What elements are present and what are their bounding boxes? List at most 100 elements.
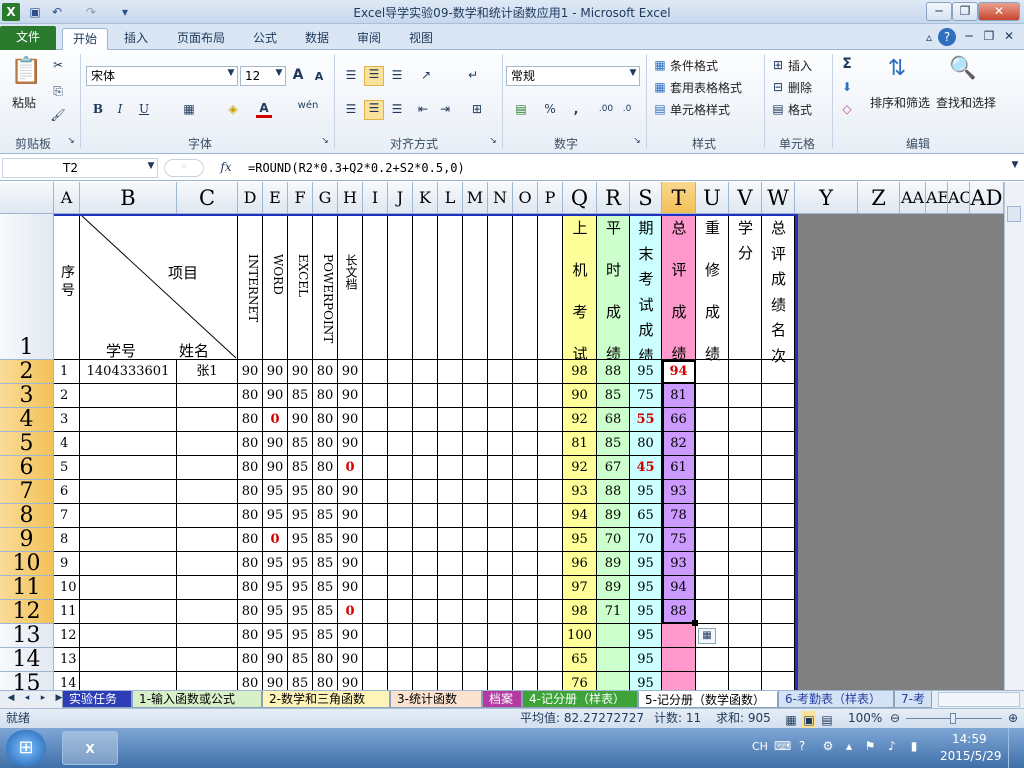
cell-l10[interactable] [438,552,463,576]
cell-f5[interactable]: 85 [288,432,313,456]
cell-p9[interactable] [538,528,563,552]
cell-v15[interactable] [729,672,762,690]
cell-t8[interactable]: 78 [662,504,696,528]
row-header[interactable]: 6 [0,456,54,480]
number-format-dropdown-icon[interactable]: ▼ [628,68,638,78]
cell-d12[interactable]: 80 [238,600,263,624]
cell-h2[interactable]: 90 [338,360,363,384]
cell-i7[interactable] [363,480,388,504]
column-header[interactable]: E [263,182,288,214]
cell-r5[interactable]: 85 [597,432,630,456]
grow-font-icon[interactable]: A [290,67,306,83]
cell-f9[interactable]: 95 [288,528,313,552]
cut-icon[interactable]: ✂ [50,58,66,72]
column-header[interactable]: C [177,182,238,214]
tab-review[interactable]: 审阅 [348,28,390,50]
tab-data[interactable]: 数据 [296,28,338,50]
cell-u7[interactable] [696,480,729,504]
increase-indent-icon[interactable]: ⇥ [436,102,454,116]
align-center-icon[interactable]: ☰ [364,100,384,120]
sheet-tab-7[interactable]: 7-考 [894,691,932,708]
row-header[interactable]: 9 [0,528,54,552]
italic-button[interactable]: I [112,102,128,116]
clear-icon[interactable]: ◇ [838,102,856,116]
conditional-format-button[interactable]: 条件格式 [670,57,718,74]
cell-o9[interactable] [513,528,538,552]
cell-m3[interactable] [463,384,488,408]
fill-color-icon[interactable]: ◈ [222,102,244,116]
cell-p12[interactable] [538,600,563,624]
cell-a8[interactable]: 7 [54,504,80,528]
cell-p15[interactable] [538,672,563,690]
cell-m5[interactable] [463,432,488,456]
cell-e12[interactable]: 95 [263,600,288,624]
help-icon[interactable]: ? [938,28,956,46]
cell-q11[interactable]: 97 [563,576,597,600]
cell-q4[interactable]: 92 [563,408,597,432]
cell-i3[interactable] [363,384,388,408]
cell-n8[interactable] [488,504,513,528]
sort-filter-icon[interactable]: ⇅ [880,56,914,90]
cell-l12[interactable] [438,600,463,624]
cell-c4[interactable] [177,408,238,432]
cell-j13[interactable] [388,624,413,648]
find-select-button[interactable]: 查找和选择 [936,94,996,111]
row-header[interactable]: 8 [0,504,54,528]
cell-b13[interactable] [80,624,177,648]
column-header[interactable]: R [597,182,630,214]
cell-v10[interactable] [729,552,762,576]
cell-t12[interactable]: 88 [662,600,696,624]
first-sheet-icon[interactable]: ◀ [4,693,18,703]
cell-c14[interactable] [177,648,238,672]
cell-p11[interactable] [538,576,563,600]
cell-i15[interactable] [363,672,388,690]
column-header[interactable]: L [438,182,463,214]
cell-f10[interactable]: 95 [288,552,313,576]
cell-v4[interactable] [729,408,762,432]
cell-e15[interactable]: 90 [263,672,288,690]
cell-a5[interactable]: 4 [54,432,80,456]
cell-b10[interactable] [80,552,177,576]
cell-u5[interactable] [696,432,729,456]
cell-h9[interactable]: 90 [338,528,363,552]
cell-v3[interactable] [729,384,762,408]
cell-h7[interactable]: 90 [338,480,363,504]
cell-v13[interactable] [729,624,762,648]
cell-b11[interactable] [80,576,177,600]
column-header[interactable]: F [288,182,313,214]
cell-n13[interactable] [488,624,513,648]
cell-r8[interactable]: 89 [597,504,630,528]
tab-home[interactable]: 开始 [62,28,108,50]
cell-s8[interactable]: 65 [630,504,662,528]
cell-f13[interactable]: 95 [288,624,313,648]
cell-o12[interactable] [513,600,538,624]
cell-s7[interactable]: 95 [630,480,662,504]
cell-e3[interactable]: 90 [263,384,288,408]
header-cell[interactable] [438,214,463,360]
cell-c10[interactable] [177,552,238,576]
formula-input[interactable]: =ROUND(R2*0.3+Q2*0.2+S2*0.5,0) [244,158,1008,178]
cell-h13[interactable]: 90 [338,624,363,648]
cell-r3[interactable]: 85 [597,384,630,408]
ime-help-icon[interactable]: ? [794,739,810,753]
cell-f14[interactable]: 85 [288,648,313,672]
cell-c2[interactable]: 张1 [177,360,238,384]
cell-d7[interactable]: 80 [238,480,263,504]
cell-q12[interactable]: 98 [563,600,597,624]
cell-l7[interactable] [438,480,463,504]
sort-filter-button[interactable]: 排序和筛选 [870,94,930,111]
column-header[interactable]: G [313,182,338,214]
font-size-dropdown-icon[interactable]: ▼ [274,68,284,78]
cell-u14[interactable] [696,648,729,672]
cell-q8[interactable]: 94 [563,504,597,528]
cell-f15[interactable]: 85 [288,672,313,690]
column-header[interactable]: AA [900,182,926,214]
format-cells-button[interactable]: 格式 [788,101,812,118]
cell-s15[interactable]: 95 [630,672,662,690]
cell-g4[interactable]: 80 [313,408,338,432]
cell-k5[interactable] [413,432,438,456]
cell-s6[interactable]: 45 [630,456,662,480]
vertical-scrollbar[interactable] [1004,182,1024,690]
column-header[interactable]: N [488,182,513,214]
sheet-tab-6[interactable]: 6-考勤表（样表） [778,691,894,708]
